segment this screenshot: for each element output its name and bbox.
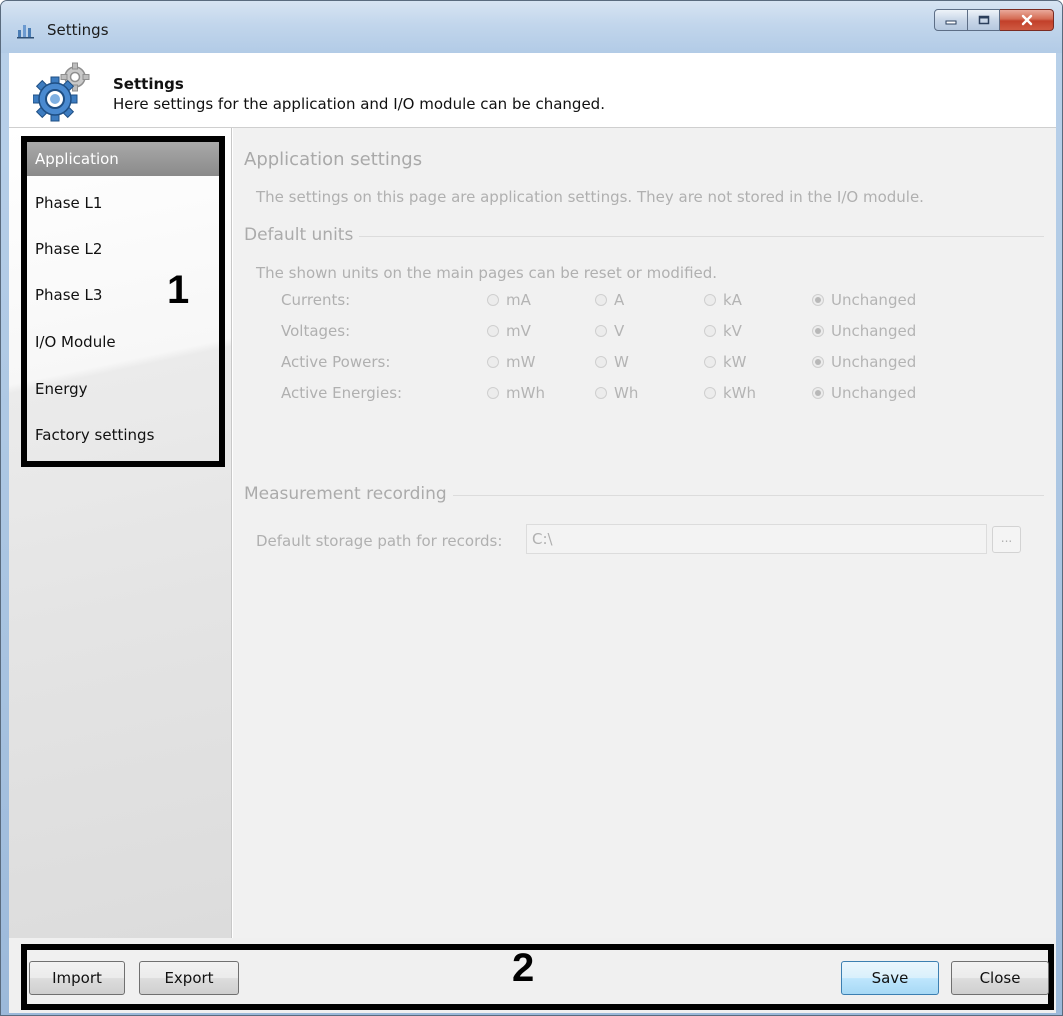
close-button[interactable]: Close: [951, 961, 1049, 995]
storage-path-input[interactable]: C:\: [526, 524, 987, 554]
powers-unchanged-radio[interactable]: Unchanged: [812, 353, 916, 371]
radio-dot: [487, 325, 499, 337]
section-title: Application settings: [244, 149, 423, 170]
voltages-mv-radio[interactable]: mV: [487, 322, 531, 340]
currents-a-radio[interactable]: A: [595, 291, 624, 309]
energies-mwh-label: mWh: [506, 384, 545, 402]
sidebar-item-application[interactable]: Application: [27, 142, 219, 176]
radio-dot: [704, 325, 716, 337]
voltages-unchanged-radio[interactable]: Unchanged: [812, 322, 916, 340]
radio-dot: [595, 294, 607, 306]
minimize-icon: [945, 20, 957, 25]
voltages-unchanged-label: Unchanged: [831, 322, 917, 340]
settings-header: Settings Here settings for the applicati…: [9, 53, 1056, 128]
minimize-button[interactable]: [934, 9, 968, 31]
browse-button[interactable]: ...: [992, 526, 1021, 553]
radio-dot: [704, 387, 716, 399]
default-units-description: The shown units on the main pages can be…: [256, 264, 718, 282]
section-description: The settings on this page are applicatio…: [256, 188, 924, 206]
maximize-button[interactable]: [968, 9, 1000, 31]
radio-dot: [595, 356, 607, 368]
energies-unchanged-label: Unchanged: [831, 384, 917, 402]
close-window-button[interactable]: [1000, 9, 1054, 31]
default-units-divider: [244, 236, 1044, 237]
energies-kwh-radio[interactable]: kWh: [704, 384, 756, 402]
powers-mw-radio[interactable]: mW: [487, 353, 535, 371]
save-button[interactable]: Save: [841, 961, 939, 995]
window-controls: [934, 9, 1054, 31]
voltages-mv-label: mV: [506, 322, 531, 340]
header-subtitle: Here settings for the application and I/…: [113, 95, 605, 113]
sidebar-item-factory-settings[interactable]: Factory settings: [27, 418, 219, 452]
storage-path-label: Default storage path for records:: [256, 532, 503, 550]
powers-kw-radio[interactable]: kW: [704, 353, 747, 371]
voltages-v-radio[interactable]: V: [595, 322, 624, 340]
voltages-kv-radio[interactable]: kV: [704, 322, 742, 340]
radio-dot: [487, 356, 499, 368]
voltages-v-label: V: [614, 322, 625, 340]
export-button[interactable]: Export: [139, 961, 239, 995]
powers-mw-label: mW: [506, 353, 536, 371]
currents-ka-radio[interactable]: kA: [704, 291, 742, 309]
currents-ka-label: kA: [723, 291, 742, 309]
settings-app-icon: [17, 25, 34, 39]
currents-unchanged-radio[interactable]: Unchanged: [812, 291, 916, 309]
radio-dot: [812, 356, 824, 368]
sidebar-item-energy[interactable]: Energy: [27, 372, 219, 406]
powers-w-label: W: [614, 353, 629, 371]
window-client: Settings Here settings for the applicati…: [9, 53, 1056, 1013]
currents-label: Currents:: [281, 291, 351, 309]
radio-dot: [704, 356, 716, 368]
default-units-title: Default units: [244, 225, 360, 245]
radio-dot: [812, 294, 824, 306]
title-bar[interactable]: Settings: [1, 1, 1062, 53]
sidebar-item-phase-l3[interactable]: Phase L3: [27, 278, 219, 312]
gears-icon: [33, 62, 90, 122]
currents-a-label: A: [614, 291, 625, 309]
sidebar-nav-highlight: Application Phase L1 Phase L2 Phase L3 I…: [21, 136, 225, 467]
footer-bar: Import Export 2 Save Close: [9, 938, 1056, 1013]
currents-ma-radio[interactable]: mA: [487, 291, 531, 309]
voltages-kv-label: kV: [723, 322, 742, 340]
powers-unchanged-label: Unchanged: [831, 353, 917, 371]
radio-dot: [812, 325, 824, 337]
voltages-label: Voltages:: [281, 322, 351, 340]
powers-w-radio[interactable]: W: [595, 353, 629, 371]
window-title: Settings: [47, 21, 109, 39]
sidebar-item-io-module[interactable]: I/O Module: [27, 325, 219, 359]
import-button[interactable]: Import: [29, 961, 125, 995]
active-powers-label: Active Powers:: [281, 353, 391, 371]
currents-ma-label: mA: [506, 291, 531, 309]
measurement-title: Measurement recording: [244, 484, 453, 504]
sidebar-item-phase-l1[interactable]: Phase L1: [27, 186, 219, 220]
settings-content: Application settings The settings on thi…: [233, 128, 1056, 938]
settings-window: Settings Settings Here settings for the …: [0, 0, 1063, 1016]
radio-dot: [487, 387, 499, 399]
energies-wh-radio[interactable]: Wh: [595, 384, 638, 402]
radio-dot: [595, 325, 607, 337]
radio-dot: [487, 294, 499, 306]
energies-mwh-radio[interactable]: mWh: [487, 384, 545, 402]
annotation-marker-2: 2: [512, 946, 535, 990]
radio-dot: [595, 387, 607, 399]
header-title: Settings: [113, 75, 184, 93]
settings-sidebar: Application Phase L1 Phase L2 Phase L3 I…: [9, 128, 232, 938]
annotation-marker-1: 1: [167, 268, 190, 312]
active-energies-label: Active Energies:: [281, 384, 403, 402]
energies-unchanged-radio[interactable]: Unchanged: [812, 384, 916, 402]
energies-wh-label: Wh: [614, 384, 639, 402]
currents-unchanged-label: Unchanged: [831, 291, 917, 309]
sidebar-item-phase-l2[interactable]: Phase L2: [27, 232, 219, 266]
close-icon: [1021, 14, 1032, 26]
energies-kwh-label: kWh: [723, 384, 757, 402]
radio-dot: [812, 387, 824, 399]
powers-kw-label: kW: [723, 353, 747, 371]
radio-dot: [704, 294, 716, 306]
maximize-icon: [978, 15, 989, 25]
